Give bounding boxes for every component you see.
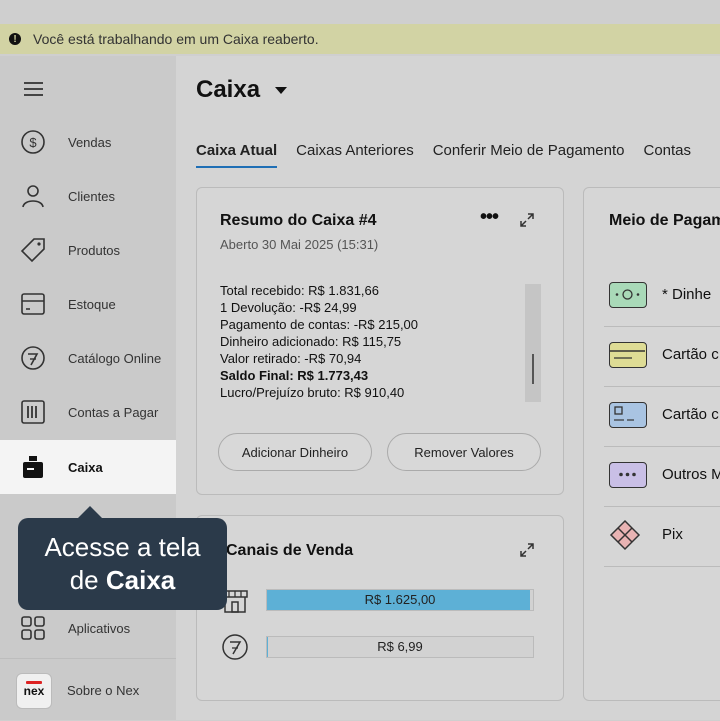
credit-card-chip-icon [609, 402, 647, 428]
menu-icon[interactable] [24, 82, 43, 100]
main-content: Caixa Caixa Atual Caixas Anteriores Confer… [176, 56, 720, 720]
tab-conferir-meio-pagamento[interactable]: Conferir Meio de Pagamento [433, 142, 625, 166]
payment-method-pix[interactable]: Pix [604, 506, 720, 567]
tooltip-prefix: de [69, 565, 106, 595]
channel-bar: R$ 6,99 [266, 636, 534, 658]
summary-line: Lucro/Prejuízo bruto: R$ 910,40 [220, 385, 405, 400]
catalog-icon [222, 634, 248, 660]
sidebar-item-estoque[interactable]: Estoque [0, 277, 176, 331]
sidebar-item-produtos[interactable]: Produtos [0, 223, 176, 277]
payment-method-cartao-1[interactable]: Cartão c [604, 326, 720, 387]
summary-lines: Total recebido: R$ 1.831,66 1 Devolução:… [220, 282, 418, 401]
channel-value: R$ 1.625,00 [364, 592, 436, 607]
chevron-down-icon[interactable] [275, 87, 287, 94]
tab-caixas-anteriores[interactable]: Caixas Anteriores [296, 142, 414, 166]
sidebar-item-label: Sobre o Nex [67, 683, 140, 698]
remove-values-button[interactable]: Remover Valores [387, 433, 541, 471]
dollar-circle-icon: $ [20, 129, 46, 155]
tooltip-line-2: de Caixa [18, 564, 227, 597]
sidebar-item-catalogo[interactable]: Catálogo Online [0, 331, 176, 385]
channel-row: R$ 6,99 [220, 632, 540, 662]
payment-method-label: Cartão c [662, 346, 719, 363]
catalog-icon [20, 345, 46, 371]
sidebar-item-label: Aplicativos [68, 620, 131, 636]
sidebar-item-label: Produtos [68, 242, 121, 258]
sidebar-item-label: Contas a Pagar [68, 404, 159, 420]
sidebar-item-caixa[interactable]: Caixa [0, 440, 176, 494]
payment-method-cartao-2[interactable]: Cartão c [604, 386, 720, 447]
tab-caixa-atual[interactable]: Caixa Atual [196, 142, 278, 168]
sidebar: $ Vendas Clientes Produtos Estoque Catál… [0, 56, 176, 720]
more-options-icon[interactable]: ••• [480, 206, 499, 229]
sales-channels-card: Canais de Venda R$ 1.625,00 R$ 6,99 [196, 515, 564, 701]
sidebar-item-label: Catálogo Online [68, 350, 162, 366]
sidebar-item-label: Estoque [68, 296, 116, 312]
sidebar-item-vendas[interactable]: $ Vendas [0, 115, 176, 169]
channels-title: Canais de Venda [226, 542, 354, 559]
tab-bar: Caixa Atual Caixas Anteriores Conferir Mei… [196, 142, 710, 168]
sidebar-item-label: Vendas [68, 134, 112, 150]
channel-bar: R$ 1.625,00 [266, 589, 534, 611]
summary-line: Dinheiro adicionado: R$ 115,75 [220, 334, 402, 349]
cash-register-icon [20, 454, 46, 480]
pix-icon [609, 519, 641, 551]
sidebar-item-clientes[interactable]: Clientes [0, 169, 176, 223]
payment-method-outros[interactable]: Outros M [604, 446, 720, 507]
credit-card-icon [609, 342, 647, 368]
alert-icon: ! [9, 33, 21, 45]
tag-icon [20, 237, 46, 263]
banner-text: Você está trabalhando em um Caixa reaber… [33, 31, 319, 47]
summary-line: Total recebido: R$ 1.831,66 [220, 283, 379, 298]
nex-logo: nex [16, 673, 52, 709]
box-icon [20, 291, 46, 317]
expand-icon[interactable] [520, 213, 534, 227]
summary-line: 1 Devolução: -R$ 24,99 [220, 300, 357, 315]
tooltip-bold: Caixa [105, 565, 176, 595]
more-dots-icon [609, 462, 647, 488]
summary-line: Pagamento de contas: -R$ 215,00 [220, 317, 419, 332]
sidebar-item-label: Clientes [68, 188, 115, 204]
tooltip-line-1: Acesse a tela [44, 532, 201, 562]
svg-text:$: $ [29, 135, 37, 150]
sidebar-item-sobre[interactable]: nex Sobre o Nex [0, 658, 176, 721]
cash-note-icon [609, 282, 647, 308]
summary-scrollbar[interactable] [525, 284, 541, 402]
channel-value: R$ 6,99 [377, 639, 423, 654]
payment-method-dinheiro[interactable]: * Dinhe [604, 266, 720, 327]
barcode-icon [20, 399, 46, 425]
payment-method-label: Pix [662, 526, 683, 543]
expand-icon[interactable] [520, 543, 534, 557]
page-title[interactable]: Caixa [196, 76, 260, 104]
payment-methods-card: Meio de Pagam * Dinhe Cartão c Cartão c … [583, 187, 720, 701]
user-icon [20, 183, 46, 209]
payment-method-label: Cartão c [662, 406, 719, 423]
tab-contas[interactable]: Contas [643, 142, 691, 166]
summary-line: Valor retirado: -R$ 70,94 [220, 351, 362, 366]
payment-method-label: Outros M [662, 466, 720, 483]
summary-card: Resumo do Caixa #4 Aberto 30 Mai 2025 (1… [196, 187, 564, 495]
apps-grid-icon [20, 615, 46, 641]
sidebar-item-contas-a-pagar[interactable]: Contas a Pagar [0, 385, 176, 439]
reopened-cash-banner: ! Você está trabalhando em um Caixa reab… [0, 24, 720, 54]
summary-line-final-balance: Saldo Final: R$ 1.773,43 [220, 368, 369, 383]
summary-title: Resumo do Caixa #4 [220, 212, 377, 229]
sidebar-item-label: Caixa [68, 459, 103, 475]
summary-subtitle: Aberto 30 Mai 2025 (15:31) [220, 237, 379, 252]
payments-title: Meio de Pagam [609, 212, 720, 229]
channel-row: R$ 1.625,00 [220, 585, 540, 615]
add-money-button[interactable]: Adicionar Dinheiro [218, 433, 372, 471]
payment-method-label: * Dinhe [662, 286, 712, 303]
onboarding-tooltip: Acesse a tela de Caixa [18, 506, 227, 610]
